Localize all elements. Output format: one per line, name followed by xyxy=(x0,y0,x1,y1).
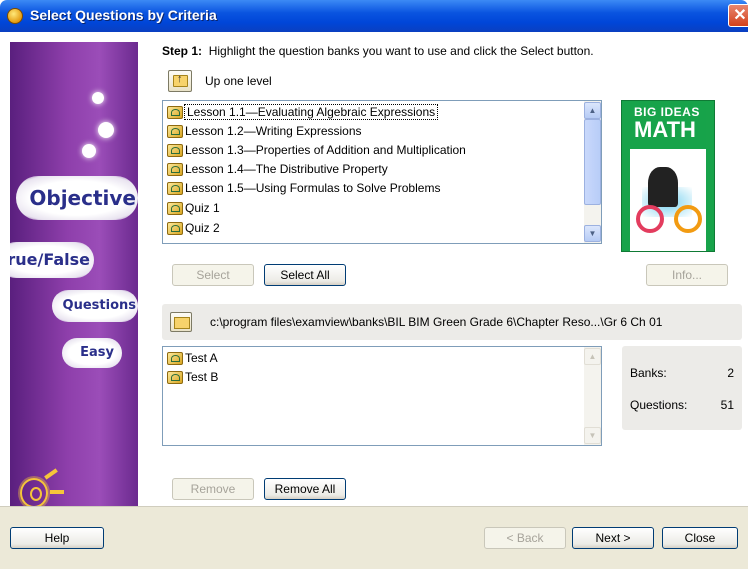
folder-icon[interactable] xyxy=(170,312,192,332)
decor-dot xyxy=(92,92,104,104)
up-one-level-label: Up one level xyxy=(205,74,272,88)
remove-all-button[interactable]: Remove All xyxy=(264,478,346,500)
lightbulb-icon xyxy=(20,478,48,508)
next-button[interactable]: Next > xyxy=(572,527,654,549)
question-bank-icon xyxy=(167,371,183,384)
question-bank-icon xyxy=(167,125,183,138)
scroll-down-icon[interactable]: ▼ xyxy=(584,427,601,444)
banner-label-objective: Objective xyxy=(16,176,138,220)
bank-stats-panel: Banks: 2 Questions: 51 xyxy=(622,346,742,430)
question-bank-icon xyxy=(167,352,183,365)
back-button[interactable]: < Back xyxy=(484,527,566,549)
wheel-icon xyxy=(674,205,702,233)
step-number: Step 1: xyxy=(162,44,203,58)
dialog-body: Objective True/False Questions Easy Step… xyxy=(0,32,748,569)
list-item[interactable]: Lesson 1.3—Properties of Addition and Mu… xyxy=(165,141,466,160)
window-title: Select Questions by Criteria xyxy=(30,7,217,23)
book-cover-image: BIG IDEAS MATH xyxy=(621,100,715,252)
question-bank-icon xyxy=(167,106,183,119)
selected-banks-list[interactable]: Test A Test B ▲ ▼ xyxy=(162,346,602,446)
step-text: Highlight the question banks you want to… xyxy=(208,44,594,58)
list-item[interactable]: Lesson 1.2—Writing Expressions xyxy=(165,122,362,141)
current-path: c:\program files\examview\banks\BIL BIM … xyxy=(210,315,663,329)
wizard-button-bar: Help < Back Next > Close xyxy=(0,506,748,569)
list-item[interactable]: Quiz 2 xyxy=(165,219,220,238)
questions-count-label: Questions: xyxy=(630,398,688,412)
banner-label-true-false: True/False xyxy=(10,242,94,278)
question-banks-list[interactable]: Lesson 1.1—Evaluating Algebraic Expressi… xyxy=(162,100,602,244)
banner-label-easy: Easy xyxy=(62,338,122,368)
app-icon xyxy=(7,8,23,24)
question-bank-icon xyxy=(167,163,183,176)
question-bank-icon xyxy=(167,144,183,157)
list-item[interactable]: Quiz 1 xyxy=(165,199,220,218)
sparkle-icon xyxy=(44,468,58,480)
scroll-down-icon[interactable]: ▼ xyxy=(584,225,601,242)
wizard-banner: Objective True/False Questions Easy xyxy=(10,42,138,514)
step-instruction: Step 1: Highlight the question banks you… xyxy=(162,44,594,58)
vertical-scrollbar[interactable]: ▲ ▼ xyxy=(584,347,601,445)
help-button[interactable]: Help xyxy=(10,527,104,549)
question-bank-icon xyxy=(167,182,183,195)
folder-up-icon xyxy=(173,73,188,87)
list-item[interactable]: Lesson 1.4—The Distributive Property xyxy=(165,160,388,179)
list-item[interactable]: Test A xyxy=(165,349,218,368)
select-all-button[interactable]: Select All xyxy=(264,264,346,286)
sparkle-icon xyxy=(50,490,64,494)
vertical-scrollbar[interactable]: ▲ ▼ xyxy=(584,101,601,243)
banks-count-value: 2 xyxy=(727,366,734,380)
scroll-up-icon[interactable]: ▲ xyxy=(584,102,601,119)
list-item[interactable]: Lesson 1.5—Using Formulas to Solve Probl… xyxy=(165,179,440,198)
question-bank-icon xyxy=(167,222,183,235)
wheel-icon xyxy=(636,205,664,233)
cyclist-figure xyxy=(648,167,678,207)
decor-dot xyxy=(98,122,114,138)
list-item[interactable]: Test B xyxy=(165,368,218,387)
title-bar: Select Questions by Criteria ✕ xyxy=(0,0,748,32)
cover-title-line2: MATH xyxy=(634,117,696,142)
select-button[interactable]: Select xyxy=(172,264,254,286)
questions-count-value: 51 xyxy=(720,398,734,412)
question-bank-icon xyxy=(167,202,183,215)
scroll-thumb[interactable] xyxy=(584,119,601,205)
up-one-level-button[interactable] xyxy=(168,70,192,92)
info-button[interactable]: Info... xyxy=(646,264,728,286)
scroll-up-icon[interactable]: ▲ xyxy=(584,348,601,365)
banner-label-questions: Questions xyxy=(52,290,138,322)
remove-button[interactable]: Remove xyxy=(172,478,254,500)
banks-count-label: Banks: xyxy=(630,366,667,380)
decor-dot xyxy=(82,144,96,158)
list-item[interactable]: Lesson 1.1—Evaluating Algebraic Expressi… xyxy=(165,103,439,122)
close-window-button[interactable]: ✕ xyxy=(728,4,748,27)
current-path-panel: c:\program files\examview\banks\BIL BIM … xyxy=(162,304,742,340)
close-button[interactable]: Close xyxy=(662,527,738,549)
